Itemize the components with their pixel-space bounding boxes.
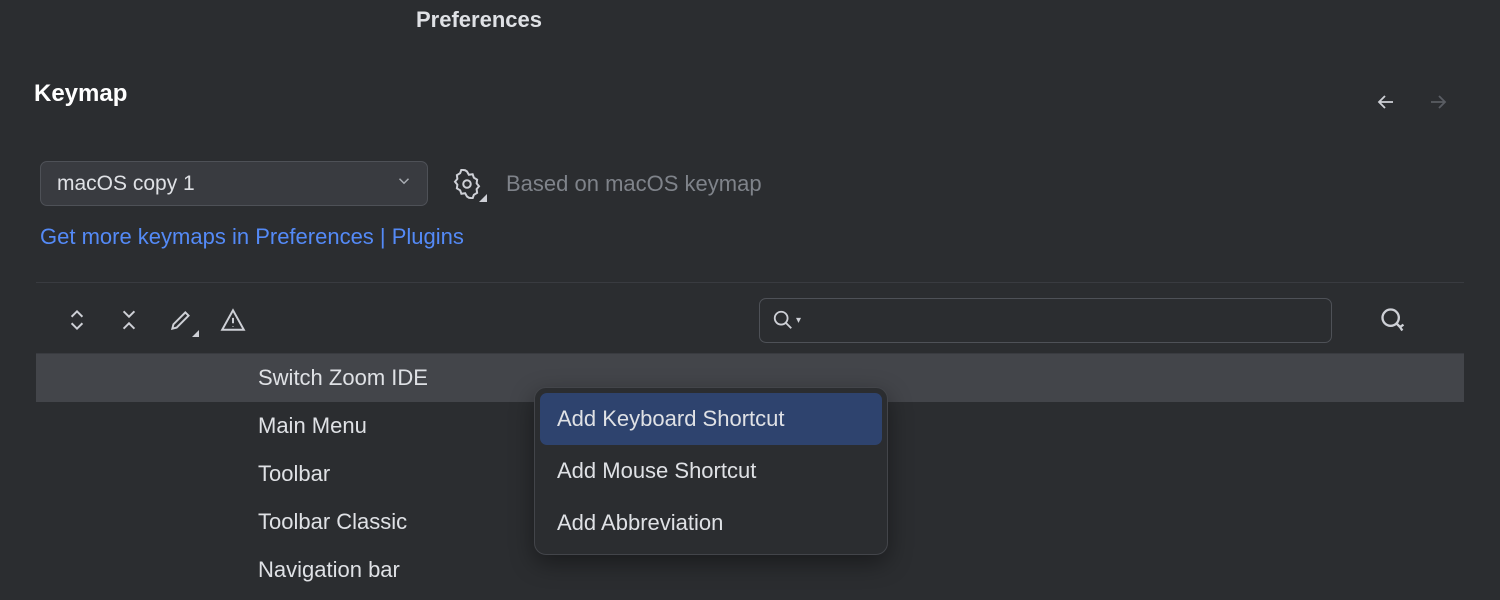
- page-title: Keymap: [34, 80, 127, 108]
- divider: [36, 282, 1464, 283]
- nav-arrows: [1370, 86, 1454, 118]
- expand-collapse-icon[interactable]: [62, 305, 92, 335]
- based-on-label: Based on macOS keymap: [506, 171, 762, 197]
- context-item-add-abbreviation[interactable]: Add Abbreviation: [540, 497, 882, 549]
- edit-icon[interactable]: [166, 305, 196, 335]
- window-title: Preferences: [416, 7, 542, 33]
- context-item-label: Add Keyboard Shortcut: [557, 406, 784, 432]
- context-menu: Add Keyboard Shortcut Add Mouse Shortcut…: [534, 387, 888, 555]
- forward-arrow-icon: [1422, 86, 1454, 118]
- context-item-add-mouse-shortcut[interactable]: Add Mouse Shortcut: [540, 445, 882, 497]
- warning-icon[interactable]: [218, 305, 248, 335]
- chevron-down-icon: [395, 172, 413, 196]
- keymap-profile-select[interactable]: macOS copy 1: [40, 161, 428, 206]
- gear-icon[interactable]: [450, 167, 484, 201]
- tree-row-label: Navigation bar: [258, 557, 400, 583]
- keymap-profile-label: macOS copy 1: [57, 172, 195, 196]
- tree-row-label: Switch Zoom IDE: [258, 365, 428, 391]
- search-box[interactable]: ▾: [759, 298, 1332, 343]
- more-keymaps-link[interactable]: Get more keymaps in Preferences | Plugin…: [40, 224, 464, 250]
- keymap-profile-row: macOS copy 1 Based on macOS keymap: [40, 161, 762, 206]
- search-input[interactable]: [801, 309, 1331, 332]
- back-arrow-icon[interactable]: [1370, 86, 1402, 118]
- tree-row-label: Main Menu: [258, 413, 367, 439]
- context-item-label: Add Abbreviation: [557, 510, 723, 536]
- context-item-label: Add Mouse Shortcut: [557, 458, 756, 484]
- find-action-by-shortcut-icon[interactable]: [1378, 305, 1408, 335]
- tree-row-label: Toolbar Classic: [258, 509, 407, 535]
- collapse-icon[interactable]: [114, 305, 144, 335]
- tree-row-label: Toolbar: [258, 461, 330, 487]
- keymap-toolbar: ▾: [36, 296, 1464, 344]
- context-item-add-keyboard-shortcut[interactable]: Add Keyboard Shortcut: [540, 393, 882, 445]
